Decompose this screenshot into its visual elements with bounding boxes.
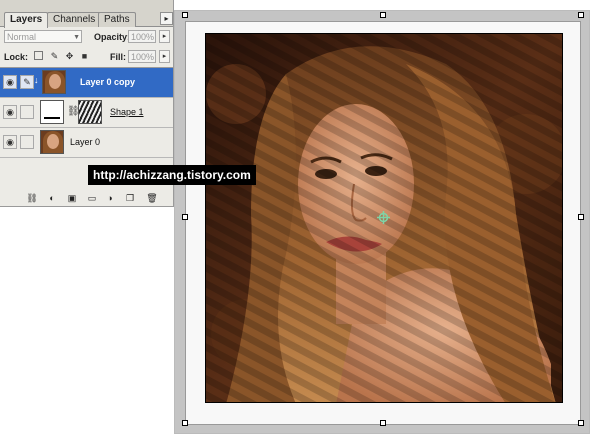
mask-icon[interactable]: ▣	[66, 192, 78, 204]
trash-icon[interactable]: 🗑	[146, 192, 158, 204]
tab-layers[interactable]: Layers	[4, 12, 49, 28]
brush-icon: ✎	[20, 75, 34, 89]
blend-row: Normal ▼ Opacity: 100% ▸	[0, 27, 173, 47]
layer-thumbnail	[40, 130, 64, 154]
transform-handle-left[interactable]	[182, 214, 188, 220]
lock-row: Lock: ✎ ✥ ■ Fill: 100% ▸	[0, 47, 173, 68]
brush-slot-icon	[20, 135, 34, 149]
group-icon[interactable]: ▭	[86, 192, 98, 204]
transform-handle-bottom-left[interactable]	[182, 420, 188, 426]
opacity-slider-arrow-icon[interactable]: ▸	[159, 30, 170, 43]
vector-mask-thumbnail	[78, 100, 102, 124]
panel-tab-bar: Layers Channels Paths ▸	[0, 0, 173, 28]
layer-name: Layer 0	[70, 137, 101, 147]
transform-handle-top-left[interactable]	[182, 12, 188, 18]
eye-icon[interactable]: ◉	[3, 105, 17, 119]
fill-field[interactable]: 100%	[128, 50, 156, 63]
chevron-down-icon: ▼	[73, 34, 80, 41]
adjustment-icon[interactable]: ◑	[104, 192, 116, 204]
tab-paths[interactable]: Paths	[98, 12, 136, 27]
layer-name: Shape 1	[110, 107, 144, 117]
transform-handle-bottom[interactable]	[380, 420, 386, 426]
blend-mode-value: Normal	[7, 32, 37, 42]
clipping-arrow-icon: ↓	[34, 75, 39, 85]
transform-handle-top[interactable]	[380, 12, 386, 18]
fx-icon[interactable]: ◐	[46, 192, 58, 204]
lock-all-icon[interactable]: ■	[79, 51, 90, 62]
new-layer-icon[interactable]: ❐	[124, 192, 136, 204]
layers-list: ◉ ✎ ↓ Layer 0 copy ◉ ⛓ Shape 1 ◉ Layer 0	[0, 68, 173, 160]
transform-handle-bottom-right[interactable]	[578, 420, 584, 426]
link-layers-icon[interactable]: ⛓	[26, 192, 38, 204]
opacity-field[interactable]: 100%	[128, 30, 156, 43]
watermark: http://achizzang.tistory.com	[88, 165, 256, 185]
blend-mode-select[interactable]: Normal ▼	[4, 30, 82, 43]
lock-transparency-icon[interactable]	[34, 51, 43, 60]
tab-channels[interactable]: Channels	[47, 12, 102, 27]
fill-label: Fill:	[110, 52, 126, 62]
lock-brush-icon[interactable]: ✎	[49, 51, 60, 62]
layer-name: Layer 0 copy	[80, 77, 136, 87]
layer-row-layer-0[interactable]: ◉ Layer 0	[0, 128, 173, 158]
transform-handle-top-right[interactable]	[578, 12, 584, 18]
lock-label: Lock:	[4, 52, 29, 62]
link-icon[interactable]: ⛓	[67, 106, 80, 118]
panel-menu-icon[interactable]: ▸	[160, 12, 173, 25]
transform-handle-right[interactable]	[578, 214, 584, 220]
layers-bottom-toolbar: ⛓ ◐ ▣ ▭ ◑ ❐ 🗑	[0, 190, 173, 206]
layer-row-shape-1[interactable]: ◉ ⛓ Shape 1	[0, 98, 173, 128]
transform-center-icon[interactable]	[377, 211, 390, 224]
eye-icon[interactable]: ◉	[3, 135, 17, 149]
fill-slider-arrow-icon[interactable]: ▸	[159, 50, 170, 63]
lock-move-icon[interactable]: ✥	[64, 51, 75, 62]
layer-mask-thumbnail	[40, 100, 64, 124]
brush-slot-icon	[20, 105, 34, 119]
opacity-label: Opacity:	[94, 32, 131, 42]
eye-icon[interactable]: ◉	[3, 75, 17, 89]
layer-thumbnail	[42, 70, 66, 94]
layer-row-layer-0-copy[interactable]: ◉ ✎ ↓ Layer 0 copy	[0, 68, 173, 98]
